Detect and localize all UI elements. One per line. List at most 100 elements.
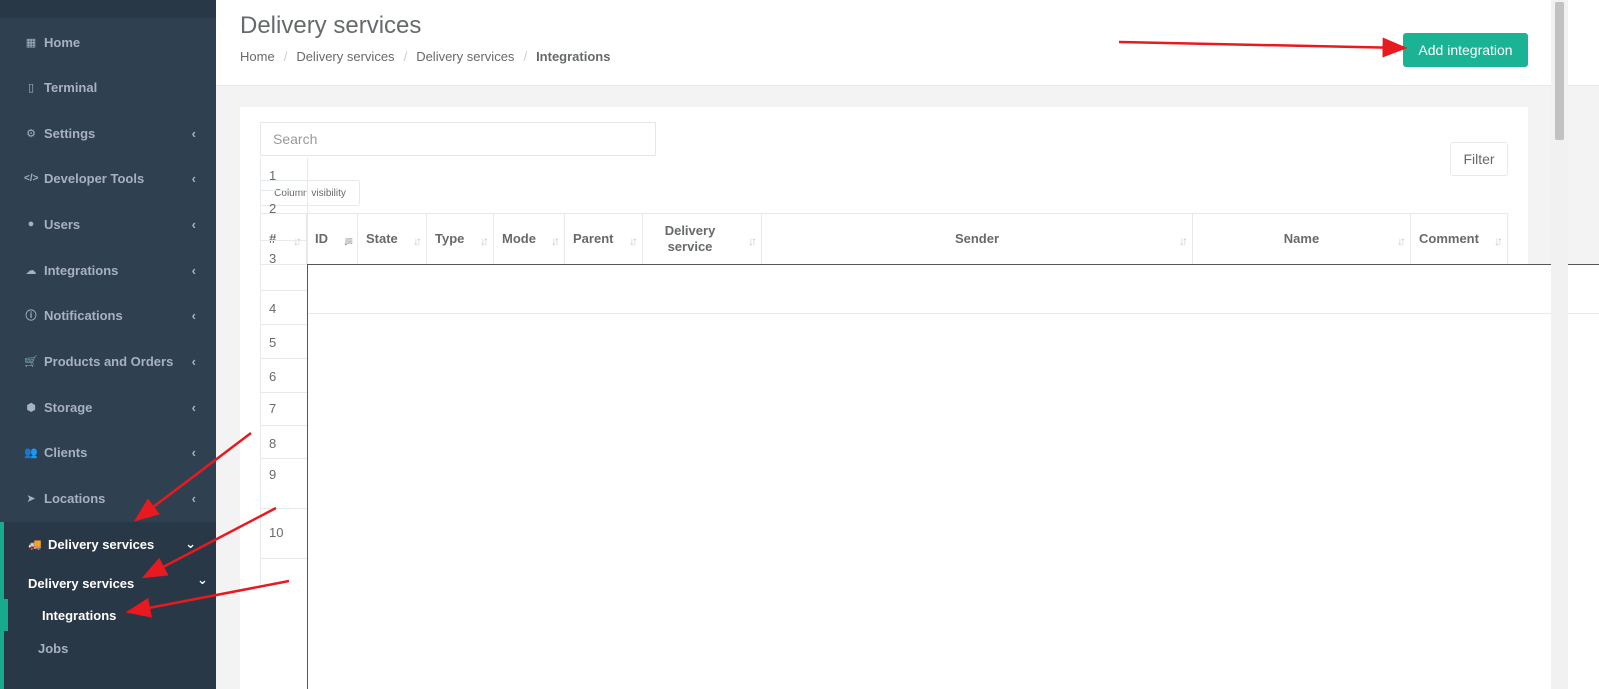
column-header-name[interactable]: Name ↓↑ [1193, 214, 1411, 264]
cart-icon: 🛒 [24, 355, 38, 368]
column-header-id[interactable]: ID ↓≡ [307, 214, 358, 264]
sort-icon: ↓↑ [1179, 234, 1188, 248]
sort-icon: ↓↑ [629, 234, 638, 248]
sort-icon: ↓↑ [480, 234, 489, 248]
breadcrumb-home[interactable]: Home [240, 49, 275, 64]
table-row-number: 7 [261, 393, 307, 426]
sidebar-item-settings[interactable]: ⚙ Settings ‹ [0, 111, 216, 155]
gear-icon: ⚙ [26, 127, 36, 140]
sidebar-item-products-and-orders[interactable]: 🛒 Products and Orders ‹ [0, 339, 216, 383]
breadcrumb-separator: / [283, 49, 288, 64]
breadcrumb-delivery-services[interactable]: Delivery services [296, 49, 394, 64]
row-number-column: 1 2 3 4 5 6 7 8 9 10 [260, 158, 308, 589]
active-indicator [4, 599, 8, 631]
column-header-delivery-service[interactable]: Delivery service ↓↑ [643, 214, 762, 264]
sidebar-item-users[interactable]: ● Users ‹ [0, 202, 216, 246]
sidebar-item-label: Delivery services [48, 536, 155, 552]
chevron-left-icon: ‹ [191, 490, 196, 506]
filter-button[interactable]: Filter [1450, 142, 1508, 176]
breadcrumb: Home / Delivery services / Delivery serv… [240, 49, 610, 64]
column-header-sender[interactable]: Sender ↓↑ [762, 214, 1193, 264]
grid-icon: ▦ [25, 36, 37, 49]
sort-icon: ↓↑ [748, 234, 757, 248]
sidebar-item-label: Users [44, 216, 81, 232]
sidebar-item-home[interactable]: ▦ Home [0, 20, 216, 64]
sidebar-item-locations[interactable]: ➤ Locations ‹ [0, 476, 216, 520]
sidebar-item-label: Notifications [44, 307, 123, 323]
table-row-number: 1 [261, 158, 307, 191]
breadcrumb-delivery-services-sub[interactable]: Delivery services [416, 49, 514, 64]
chevron-down-icon: ⌄ [185, 536, 196, 551]
breadcrumb-separator: / [523, 49, 528, 64]
chevron-left-icon: ‹ [191, 399, 196, 415]
chevron-left-icon: ‹ [191, 125, 196, 141]
sidebar-item-integrations[interactable]: ☁ Integrations ‹ [0, 248, 216, 292]
sort-desc-icon: ↓≡ [342, 234, 353, 248]
column-label: State [366, 231, 398, 246]
column-header-type[interactable]: Type ↓↑ [427, 214, 494, 264]
chevron-left-icon: ‹ [191, 262, 196, 278]
user-icon: ● [27, 218, 35, 230]
table-row-number: 5 [261, 325, 307, 359]
column-label: ID [315, 231, 328, 246]
page-title: Delivery services [240, 12, 422, 39]
sidebar-item-label: Integrations [44, 262, 119, 278]
chevron-left-icon: ‹ [191, 216, 196, 232]
table-row-number: 6 [261, 359, 307, 393]
column-label: Parent [573, 231, 614, 246]
sidebar-item-label: Storage [44, 399, 93, 415]
cloud-download-icon: ☁ [25, 264, 37, 277]
column-label: Name [1283, 231, 1320, 246]
table-row-number: 8 [261, 426, 307, 459]
sidebar: ▦ Home ▯ Terminal ⚙ Settings ‹ </> Devel… [0, 0, 216, 689]
scrollbar[interactable] [1551, 0, 1568, 689]
sidebar-subgroup-delivery-services[interactable]: Delivery services [28, 576, 134, 591]
truck-icon: 🚚 [28, 538, 42, 551]
sidebar-item-storage[interactable]: ⬢ Storage ‹ [0, 385, 216, 429]
sidebar-item-notifications[interactable]: ⓘ Notifications ‹ [0, 293, 216, 337]
column-label: Delivery service [664, 223, 716, 254]
column-header-mode[interactable]: Mode ↓↑ [494, 214, 565, 264]
column-header-state[interactable]: State ↓↑ [358, 214, 427, 264]
column-header-parent[interactable]: Parent ↓↑ [565, 214, 643, 264]
sidebar-item-developer-tools[interactable]: </> Developer Tools ‹ [0, 156, 216, 200]
sidebar-item-terminal[interactable]: ▯ Terminal [0, 65, 216, 109]
column-label: Type [435, 231, 465, 246]
sidebar-subitem-jobs[interactable]: Jobs [38, 641, 68, 656]
table-header: # ↓↑ ID ↓≡ State ↓↑ Type ↓↑ Mode ↓↑ Parent ↓↑ … [260, 213, 1508, 265]
table-row-number: 4 [261, 291, 307, 325]
divider [308, 313, 1599, 314]
cubes-icon: ⬢ [26, 401, 36, 414]
location-arrow-icon: ➤ [26, 492, 36, 505]
column-label: Mode [502, 231, 536, 246]
chevron-left-icon: ‹ [191, 444, 196, 460]
sidebar-item-label: Products and Orders [44, 353, 174, 369]
chevron-down-icon: ⌄ [197, 572, 208, 587]
sidebar-header [0, 0, 216, 18]
chevron-left-icon: ‹ [191, 170, 196, 186]
sort-icon: ↓↑ [551, 234, 560, 248]
add-integration-button[interactable]: Add integration [1403, 33, 1528, 67]
sidebar-item-label: Terminal [44, 79, 98, 95]
search-input[interactable]: Search [260, 122, 656, 156]
users-icon: 👥 [24, 446, 38, 459]
sort-icon: ↓↑ [1397, 234, 1406, 248]
column-label: Sender [954, 231, 1000, 246]
sort-icon: ↓↑ [1494, 234, 1503, 248]
table-row-number: 10 [261, 509, 307, 559]
table-row-number: 2 [261, 191, 307, 241]
scrollbar-thumb[interactable] [1555, 2, 1564, 140]
sidebar-item-label: Clients [44, 444, 88, 460]
column-label: Comment [1419, 231, 1479, 246]
sort-icon: ↓↑ [413, 234, 422, 248]
page-header: Delivery services Home / Delivery servic… [216, 0, 1599, 86]
sidebar-item-label: Home [44, 34, 81, 50]
chevron-left-icon: ‹ [191, 307, 196, 323]
sidebar-item-delivery-services[interactable]: 🚚 Delivery services ⌄ [4, 522, 216, 566]
sidebar-item-label: Settings [44, 125, 96, 141]
redaction-overlay [307, 264, 1599, 689]
tablet-icon: ▯ [27, 81, 35, 94]
column-header-comment[interactable]: Comment ↓↑ [1411, 214, 1507, 264]
sidebar-subitem-integrations[interactable]: Integrations [42, 608, 116, 623]
sidebar-item-clients[interactable]: 👥 Clients ‹ [0, 430, 216, 474]
